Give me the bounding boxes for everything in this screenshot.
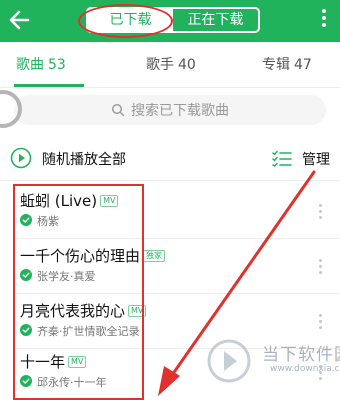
category-tabs: 歌曲 53 歌手 40 专辑 47 [0,42,340,88]
back-button[interactable] [6,6,34,34]
floating-ball-decoration [0,90,22,128]
search-icon [111,103,125,117]
active-tab-indicator [14,84,84,87]
highlight-circle-annotation [78,4,173,38]
song-more-icon[interactable] [317,204,323,222]
divider [0,180,340,181]
arrow-left-icon [9,10,30,30]
tab-downloading[interactable]: 正在下载 [173,9,258,31]
more-vertical-icon[interactable] [318,9,330,33]
tab-artists[interactable]: 歌手 40 [146,54,196,74]
tab-songs[interactable]: 歌曲 53 [16,54,66,74]
exclusive-badge: 独家 [143,250,166,262]
tab-songs-label: 歌曲 [16,57,44,73]
watermark-text: 当下软件园 [262,345,340,365]
tab-albums-count: 47 [294,57,312,73]
song-more-icon[interactable] [317,259,323,277]
tab-artists-count: 40 [178,57,196,73]
tab-artists-label: 歌手 [146,57,174,73]
manage-button[interactable]: 管理 [302,149,330,169]
song-more-icon[interactable] [317,314,323,332]
manage-list-icon[interactable] [272,150,292,167]
tab-albums[interactable]: 专辑 47 [262,54,312,74]
search-placeholder: 搜索已下载歌曲 [131,103,229,119]
watermark-logo-icon [207,339,251,383]
highlight-rectangle-annotation [13,184,144,400]
search-input[interactable]: 搜索已下载歌曲 [14,95,326,125]
shuffle-play-all-button[interactable]: 随机播放全部 [42,149,126,169]
controls-row: 随机播放全部 管理 [0,140,340,176]
watermark-url: www.downxia.com [270,364,340,374]
play-circle-icon[interactable] [10,147,32,169]
watermark: 当下软件园 www.downxia.com [206,338,340,398]
tab-albums-label: 专辑 [262,57,290,73]
tab-songs-count: 53 [48,57,66,73]
